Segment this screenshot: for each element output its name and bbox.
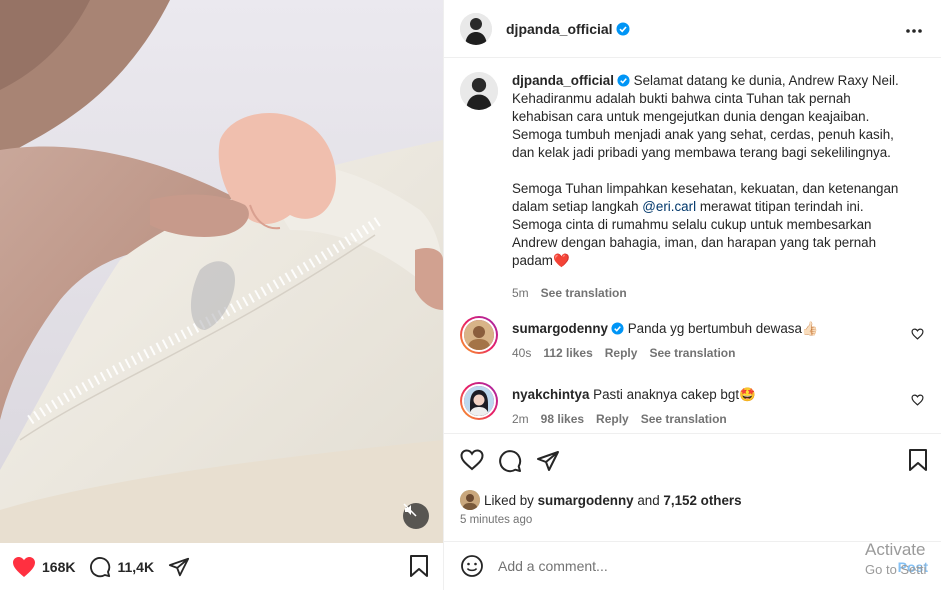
heart-outline-icon[interactable]: [911, 328, 924, 340]
comment-reply-button[interactable]: Reply: [596, 412, 629, 426]
comment-text: Panda yg bertumbuh dewasa👍🏻: [627, 321, 819, 336]
comment-count-group[interactable]: 11,4K: [89, 556, 154, 578]
comment-likes[interactable]: 98 likes: [541, 412, 584, 426]
comment-see-translation[interactable]: See translation: [641, 412, 727, 426]
bookmark-icon[interactable]: [908, 449, 928, 471]
like-heart-icon[interactable]: [460, 449, 484, 471]
watermark-line-2: Go to Setti: [865, 562, 927, 577]
more-options-button[interactable]: [905, 22, 923, 37]
comment-username[interactable]: nyakchintya: [512, 387, 589, 402]
comment-avatar[interactable]: [460, 316, 498, 354]
save-button[interactable]: [908, 449, 928, 474]
liked-by-others[interactable]: 7,152 others: [663, 493, 741, 508]
activate-windows-watermark: Activate Go to Setti: [865, 540, 941, 580]
comment-count: 11,4K: [117, 558, 155, 575]
comment-like-button[interactable]: [911, 394, 924, 409]
heart-filled-icon[interactable]: [12, 556, 36, 578]
avatar-image: [460, 12, 492, 45]
avatar-image: [464, 386, 494, 416]
avatar[interactable]: [460, 12, 492, 45]
avatar-image: [460, 490, 480, 510]
caption-meta: 5m See translation: [512, 284, 912, 302]
speaker-muted-icon: [403, 503, 417, 517]
comment-item: nyakchintya Pasti anaknya cakep bgt🤩 2m …: [460, 382, 930, 426]
post-details-panel: djpanda_official djpanda_official Selama…: [443, 0, 941, 590]
more-options-icon[interactable]: [905, 28, 923, 34]
emoji-icon[interactable]: [460, 554, 484, 578]
share-icon[interactable]: [536, 449, 560, 473]
post-actions: Liked by sumargodenny and 7,152 others 5…: [444, 433, 941, 541]
watermark-line-1: Activate: [865, 540, 926, 559]
baby-photo: [0, 0, 443, 543]
comment-item: sumargodenny Panda yg bertumbuh dewasa👍🏻…: [460, 316, 930, 360]
verified-badge-icon: [617, 74, 630, 87]
comment-see-translation[interactable]: See translation: [649, 346, 735, 360]
post-media[interactable]: [0, 0, 443, 543]
comment-time[interactable]: 40s: [512, 346, 531, 360]
caption-text: djpanda_official Selamat datang ke dunia…: [512, 72, 912, 302]
verified-badge-icon: [611, 322, 624, 335]
comment-reply-button[interactable]: Reply: [605, 346, 638, 360]
see-translation-link[interactable]: See translation: [541, 284, 627, 302]
comment-meta: 2m 98 likes Reply See translation: [512, 412, 902, 426]
liked-by-and: and: [637, 492, 660, 508]
header-username[interactable]: djpanda_official: [506, 21, 630, 37]
comment-like-button[interactable]: [911, 328, 924, 343]
caption-heart-emoji: ❤️: [552, 253, 570, 268]
comment-text: Pasti anaknya cakep bgt🤩: [593, 387, 756, 402]
post-header: djpanda_official: [444, 0, 941, 58]
caption-username[interactable]: djpanda_official: [512, 73, 614, 88]
media-action-bar: 168K 11,4K: [0, 543, 443, 590]
comment-username[interactable]: sumargodenny: [512, 321, 608, 336]
liked-by-summary: Liked by sumargodenny and 7,152 others: [460, 490, 742, 510]
share-icon[interactable]: [168, 556, 190, 578]
bookmark-icon[interactable]: [409, 555, 429, 577]
comment-likes[interactable]: 112 likes: [543, 346, 592, 360]
liked-by-user[interactable]: sumargodenny: [538, 493, 634, 508]
like-count: 168K: [42, 558, 76, 575]
share-group[interactable]: [168, 556, 190, 578]
comment-icon[interactable]: [498, 449, 522, 473]
save-button-left[interactable]: [409, 555, 429, 580]
caption-avatar[interactable]: [460, 72, 498, 110]
comment-avatar[interactable]: [460, 382, 498, 420]
comment-icon[interactable]: [89, 556, 111, 578]
post-time[interactable]: 5 minutes ago: [460, 514, 532, 526]
comment-input[interactable]: Add a comment...: [498, 558, 608, 574]
heart-outline-icon[interactable]: [911, 394, 924, 406]
caption-mention-link[interactable]: @eri.carl: [642, 199, 696, 214]
comment-meta: 40s 112 likes Reply See translation: [512, 346, 902, 360]
caption-time[interactable]: 5m: [512, 284, 529, 302]
header-username-text[interactable]: djpanda_official: [506, 21, 613, 37]
liked-by-avatar[interactable]: [460, 490, 480, 510]
comment-time[interactable]: 2m: [512, 412, 529, 426]
avatar-image: [460, 72, 498, 110]
like-count-group[interactable]: 168K: [12, 556, 75, 578]
liked-by-prefix: Liked by: [484, 492, 534, 508]
mute-toggle-button[interactable]: [403, 503, 429, 529]
caption: djpanda_official Selamat datang ke dunia…: [460, 72, 930, 302]
verified-badge-icon: [616, 22, 630, 35]
avatar-image: [464, 320, 494, 350]
